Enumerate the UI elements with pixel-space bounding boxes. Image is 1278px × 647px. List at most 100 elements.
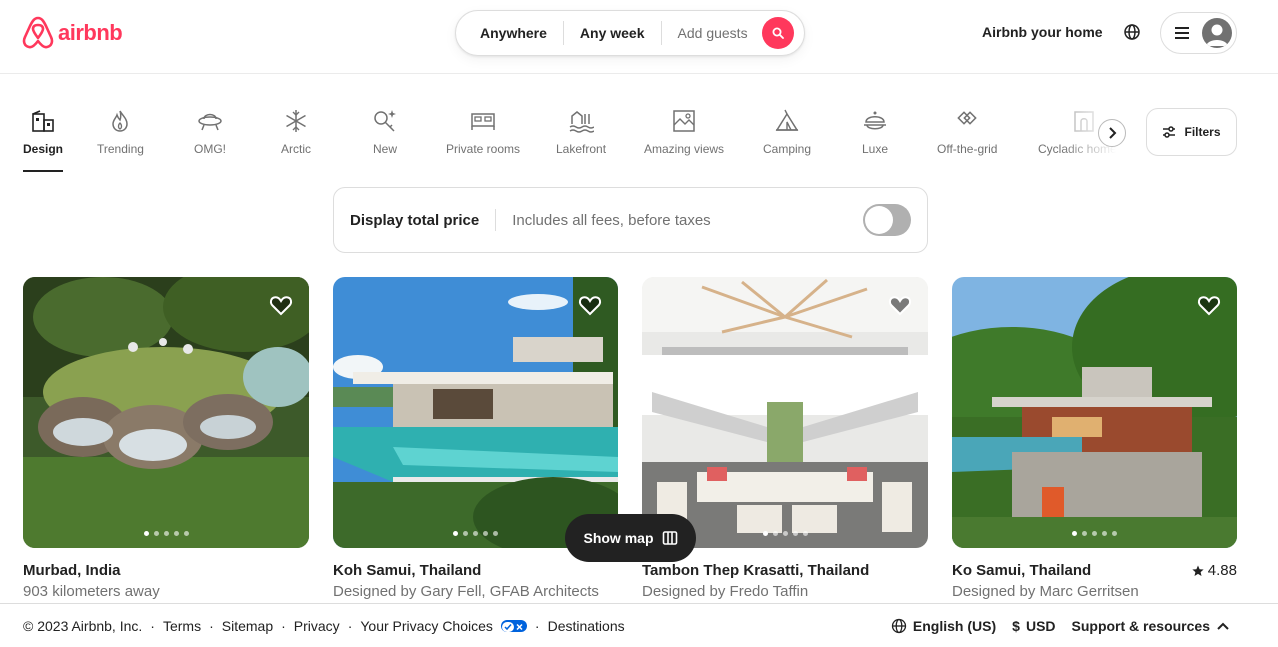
privacy-choices-icon [500, 620, 527, 632]
category-label: Camping [763, 142, 812, 156]
copyright: © 2023 Airbnb, Inc. [23, 618, 143, 634]
chevron-up-icon [1217, 622, 1229, 630]
price-toggle-divider [495, 209, 497, 231]
airbnb-logo[interactable]: airbnb [22, 16, 123, 50]
heart-icon[interactable] [269, 293, 293, 317]
category-label: Arctic [281, 142, 311, 156]
snowflake-icon [286, 110, 306, 132]
carousel-dot [143, 531, 149, 536]
top-header: airbnb Anywhere Any week Add guests Airb… [0, 0, 1278, 74]
footer-link-privacy-choices[interactable]: Your Privacy Choices [360, 618, 493, 634]
footer-separator: · [209, 618, 214, 634]
category-label: Private rooms [446, 142, 521, 156]
category-label: Lakefront [556, 142, 607, 156]
category-label: Off-the-grid [937, 142, 998, 156]
footer-separator: · [150, 618, 155, 634]
category-design[interactable]: Design [23, 108, 64, 172]
listing-subtitle: Designed by Gary Fell, GFAB Architects [333, 583, 599, 600]
carousel-dot [183, 531, 189, 536]
category-new[interactable]: New [372, 108, 398, 156]
listing-title: Koh Samui, Thailand [333, 562, 482, 579]
carousel-dot [173, 531, 179, 536]
listing-title-row: Ko Samui, Thailand 4.88 [952, 562, 1237, 579]
heart-icon[interactable] [888, 293, 912, 317]
heart-icon[interactable] [578, 293, 602, 317]
category-camping[interactable]: Camping [763, 108, 811, 156]
search-anywhere[interactable]: Anywhere [456, 21, 563, 45]
category-trending[interactable]: Trending [97, 108, 144, 156]
total-price-toggle[interactable] [863, 204, 911, 236]
logo-text: airbnb [58, 20, 123, 45]
currency-selector[interactable]: $ USD [1012, 618, 1055, 634]
listing-title: Murbad, India [23, 562, 121, 579]
listing-photo[interactable] [333, 277, 618, 548]
show-map-button[interactable]: Show map [565, 514, 696, 562]
search-any-week[interactable]: Any week [564, 21, 661, 45]
listing-title: Ko Samui, Thailand [952, 562, 1092, 579]
toggle-knob [865, 206, 893, 234]
carousel-dots [952, 531, 1237, 536]
listing-photo[interactable] [952, 277, 1237, 548]
footer-settings: English (US) $ USD Support & resources [891, 618, 1230, 634]
listing-image [23, 277, 309, 548]
heart-icon[interactable] [1197, 293, 1221, 317]
carousel-dot [1082, 531, 1087, 536]
search-icon [772, 27, 784, 39]
footer-link-destinations[interactable]: Destinations [548, 618, 625, 634]
carousel-dot [1072, 531, 1077, 536]
listing-card[interactable]: Ko Samui, Thailand 4.88 Designed by Marc… [952, 277, 1237, 600]
footer-separator: · [347, 618, 353, 634]
category-arctic[interactable]: Arctic [281, 108, 311, 156]
footer-link-privacy[interactable]: Privacy [294, 618, 340, 634]
listing-subtitle: Designed by Fredo Taffin [642, 583, 809, 600]
category-omg[interactable]: OMG! [194, 108, 226, 156]
rating-value: 4.88 [1207, 562, 1237, 579]
footer-link-sitemap[interactable]: Sitemap [222, 618, 273, 634]
flame-icon [112, 110, 129, 132]
carousel-dot [802, 531, 808, 536]
bed-icon [471, 113, 495, 130]
category-lakefront[interactable]: Lakefront [556, 108, 606, 156]
listing-image [642, 277, 928, 548]
luxe-icon [864, 111, 887, 130]
language-button[interactable] [1122, 22, 1142, 42]
category-off-the-grid[interactable]: Off-the-grid [937, 108, 997, 156]
category-label: Luxe [862, 142, 889, 156]
carousel-dot [463, 531, 468, 536]
category-private-rooms[interactable]: Private rooms [446, 108, 520, 156]
search-add-guests[interactable]: Add guests [662, 25, 760, 41]
airbnb-your-home-link[interactable]: Airbnb your home [982, 24, 1103, 40]
sliders-icon [1163, 126, 1176, 138]
language-selector[interactable]: English (US) [891, 618, 996, 634]
carousel-dot [1102, 531, 1107, 536]
category-label: New [372, 142, 397, 156]
footer-separator: · [281, 618, 286, 634]
footer: © 2023 Airbnb, Inc. · Terms · Sitemap · … [0, 603, 1278, 647]
footer-link-terms[interactable]: Terms [163, 618, 201, 634]
listing-title: Tambon Thep Krasatti, Thailand [642, 562, 870, 579]
category-label: Amazing views [644, 142, 725, 156]
listing-photo[interactable] [642, 277, 928, 548]
category-amazing-views[interactable]: Amazing views [644, 108, 724, 156]
off-grid-icon [957, 111, 977, 125]
category-next-button[interactable] [1098, 119, 1126, 147]
user-menu-button[interactable] [1160, 12, 1237, 54]
chevron-right-icon [1109, 127, 1117, 139]
category-bar: Design Trending OMG! Arctic New Private … [0, 100, 1278, 175]
carousel-dot [772, 531, 778, 536]
carousel-dot [1112, 531, 1117, 536]
search-button[interactable] [761, 17, 794, 49]
support-resources-button[interactable]: Support & resources [1072, 618, 1230, 634]
search-bar[interactable]: Anywhere Any week Add guests [455, 10, 805, 56]
listing-photo[interactable] [23, 277, 309, 548]
category-label: Design [23, 142, 64, 156]
category-luxe[interactable]: Luxe [862, 108, 888, 156]
listing-subtitle: Designed by Marc Gerritsen [952, 583, 1139, 600]
listing-card[interactable]: Murbad, India 903 kilometers away [23, 277, 309, 600]
category-label: Trending [97, 142, 144, 156]
filters-button[interactable]: Filters [1146, 108, 1237, 156]
carousel-dot [473, 531, 478, 536]
user-silhouette-icon [1206, 24, 1228, 46]
display-total-price-panel: Display total price Includes all fees, b… [333, 187, 928, 253]
listing-title-row: Koh Samui, Thailand [333, 562, 618, 579]
